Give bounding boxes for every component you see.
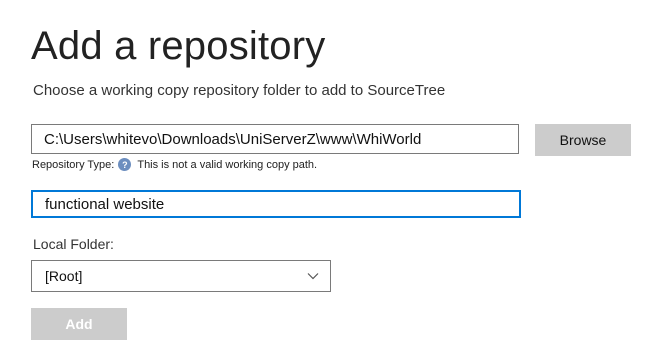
chevron-down-icon	[306, 269, 320, 283]
repository-name-input[interactable]	[31, 190, 521, 218]
local-folder-label: Local Folder:	[33, 236, 114, 252]
browse-button[interactable]: Browse	[535, 124, 631, 156]
repository-type-status: This is not a valid working copy path.	[137, 158, 318, 171]
page-title: Add a repository	[31, 24, 326, 68]
add-button[interactable]: Add	[31, 308, 127, 340]
repository-path-input[interactable]	[31, 124, 519, 154]
local-folder-dropdown[interactable]: [Root]	[31, 260, 331, 292]
local-folder-selected-value: [Root]	[45, 268, 83, 284]
repository-type-row: Repository Type: ? This is not a valid w…	[32, 158, 317, 171]
page-subtitle: Choose a working copy repository folder …	[33, 82, 446, 99]
repository-type-label: Repository Type:	[32, 158, 115, 171]
question-circle-icon[interactable]: ?	[118, 158, 132, 171]
